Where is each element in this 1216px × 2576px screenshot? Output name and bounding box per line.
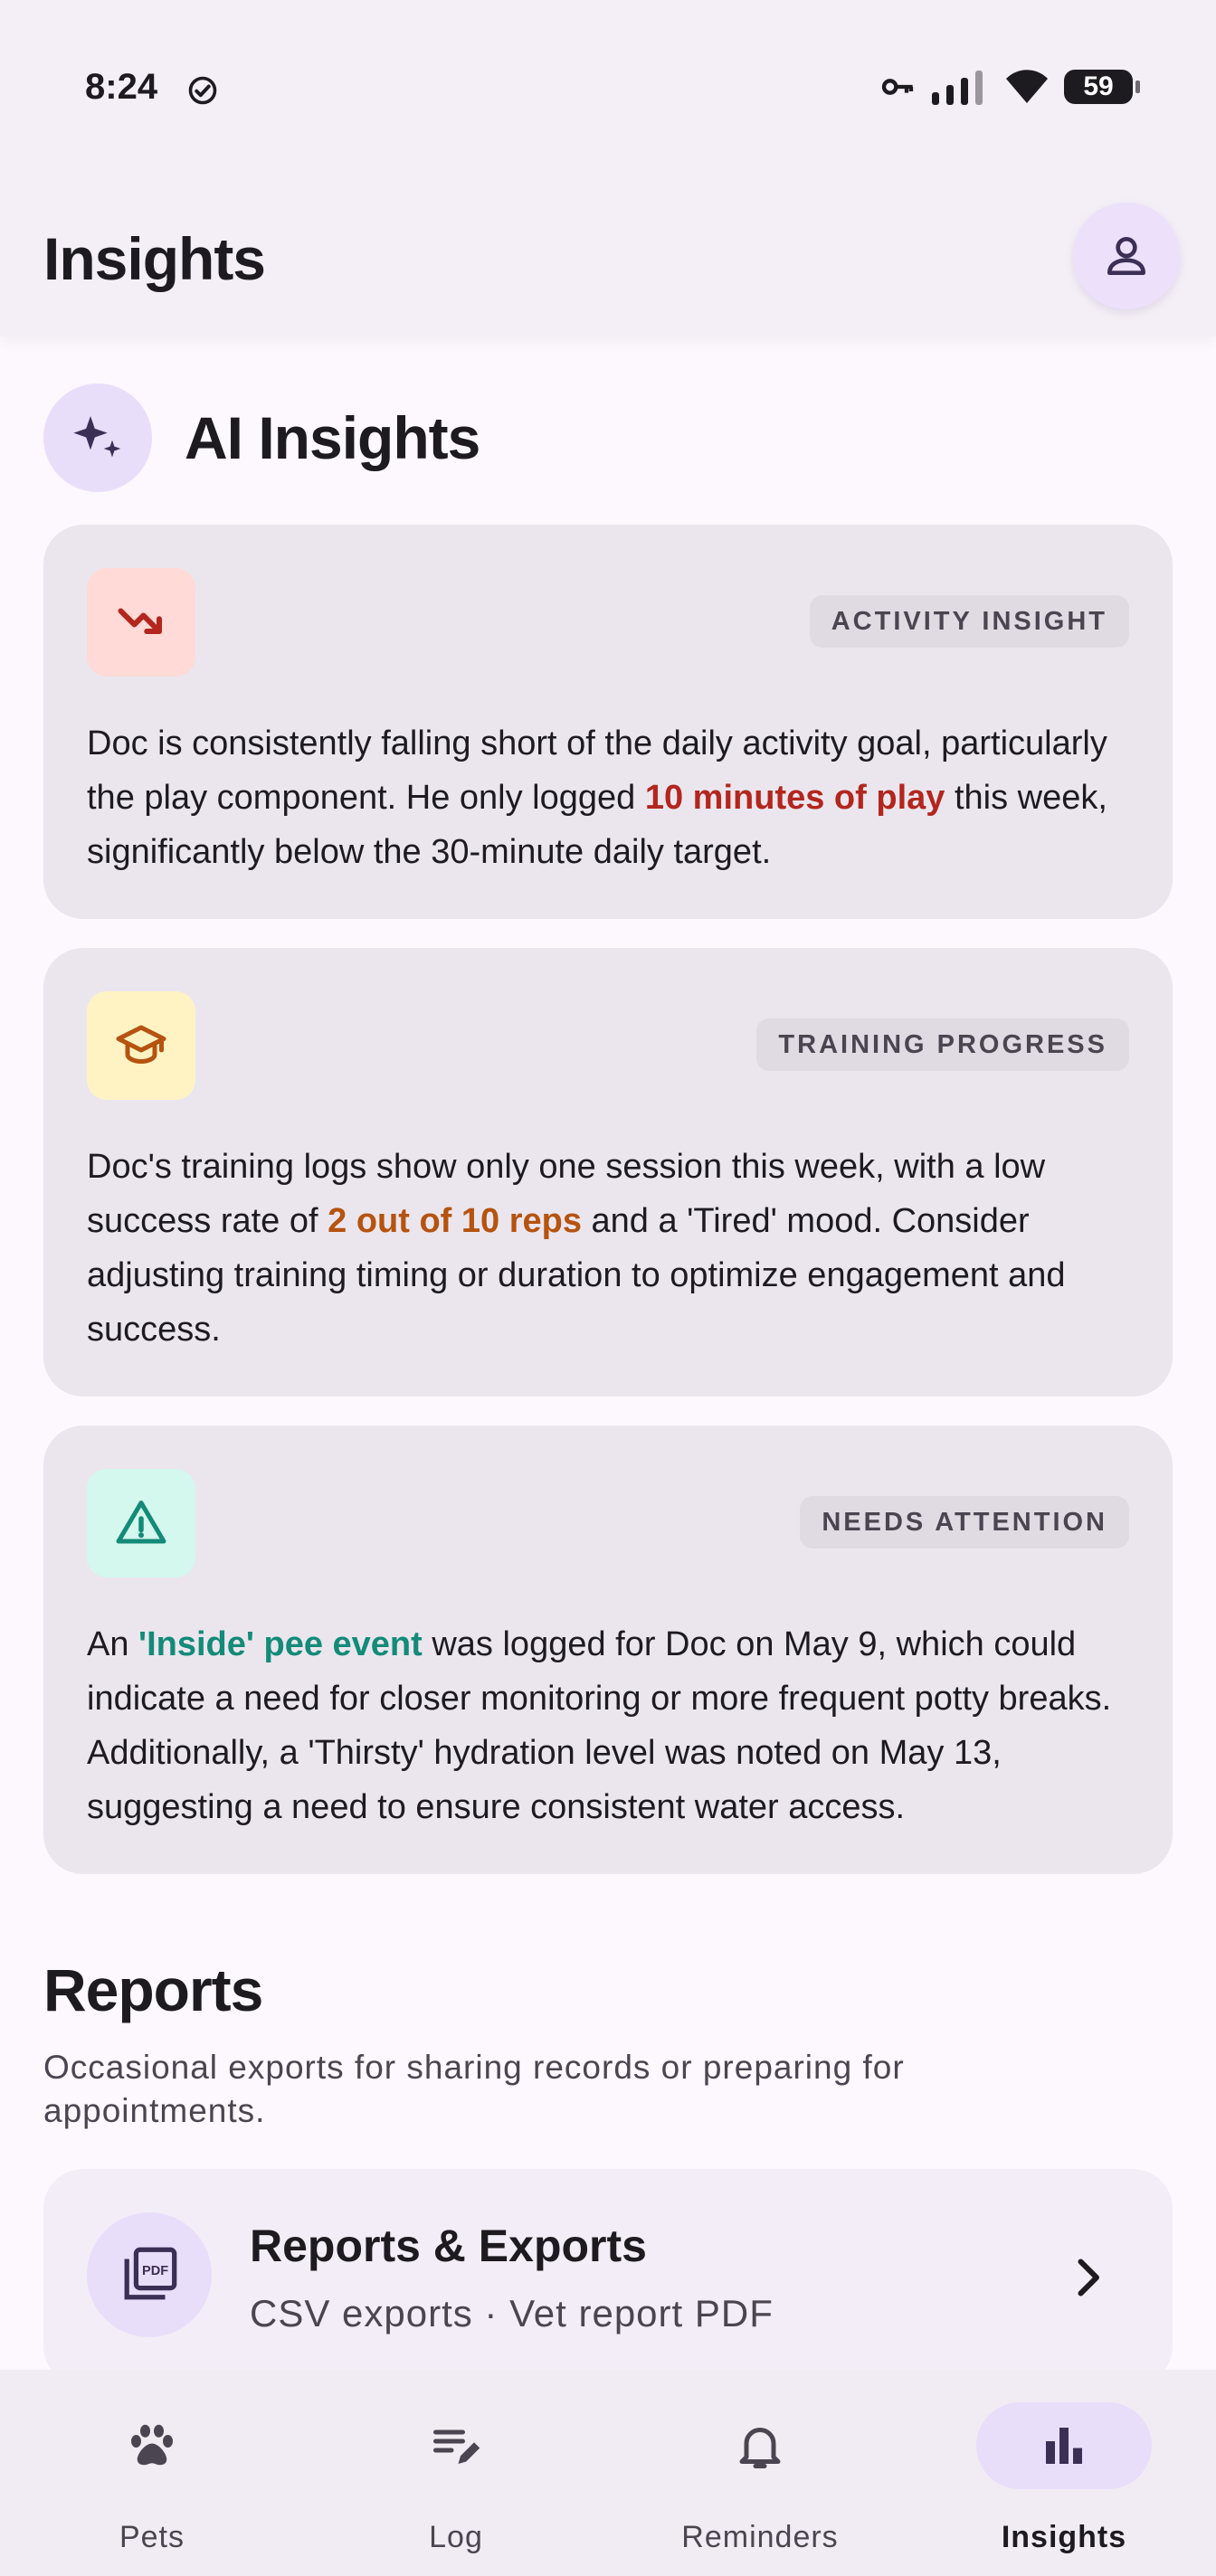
pdf-icon-container: PDF	[87, 2212, 212, 2337]
sparkle-icon-container	[43, 384, 152, 492]
pdf-icon: PDF	[124, 2247, 177, 2300]
nav-label-log: Log	[429, 2520, 483, 2554]
status-time: 8:24	[85, 67, 158, 107]
insight-text: An 'Inside' pee event was logged for Doc…	[87, 1617, 1115, 1834]
reports-exports-card[interactable]: PDF Reports & Exports CSV exports · Vet …	[43, 2169, 1173, 2386]
edit-note-icon	[433, 2429, 480, 2464]
nav-item-reminders[interactable]: Reminders	[608, 2370, 912, 2576]
insight-badge: ACTIVITY INSIGHT	[809, 595, 1129, 648]
person-icon	[1107, 237, 1145, 275]
bell-icon	[739, 2428, 781, 2468]
nav-icon-container	[672, 2402, 848, 2489]
insight-badge: TRAINING PROGRESS	[756, 1018, 1129, 1071]
signal-icon	[932, 71, 983, 105]
chevron-right-icon	[1078, 2259, 1099, 2297]
nav-label-reminders: Reminders	[681, 2520, 839, 2554]
reports-title: Reports	[43, 1956, 263, 2023]
insight-text: Doc is consistently falling short of the…	[87, 716, 1115, 879]
insight-card-training[interactable]: TRAINING PROGRESS Doc's training logs sh…	[43, 948, 1173, 1397]
nav-label-insights: Insights	[1001, 2520, 1127, 2554]
profile-button[interactable]	[1073, 203, 1180, 309]
warning-triangle-icon	[116, 1501, 166, 1544]
insight-highlight: 2 out of 10 reps	[328, 1202, 582, 1240]
nav-icon-container	[368, 2402, 544, 2489]
nav-label-pets: Pets	[119, 2520, 185, 2554]
battery-level: 59	[1083, 71, 1114, 101]
insight-icon-container	[87, 568, 195, 677]
wifi-icon	[1006, 70, 1048, 103]
insight-card-attention[interactable]: NEEDS ATTENTION An 'Inside' pee event wa…	[43, 1425, 1173, 1874]
graduation-cap-icon	[116, 1025, 166, 1065]
bar-chart-icon	[1046, 2428, 1082, 2464]
insight-highlight: 'Inside' pee event	[138, 1625, 423, 1663]
app-bar: Insights	[0, 181, 1216, 336]
nav-icon-container-active	[976, 2402, 1152, 2489]
nav-item-pets[interactable]: Pets	[0, 2370, 304, 2576]
vpn-key-icon	[881, 79, 914, 95]
status-bar: 8:24 59	[0, 0, 1216, 181]
pdf-label: PDF	[142, 2264, 168, 2278]
battery-indicator: 59	[1064, 70, 1140, 104]
paw-icon	[131, 2424, 173, 2466]
bottom-navigation: Pets Log Reminders Insights	[0, 2370, 1216, 2576]
status-icons: 59	[879, 69, 1140, 105]
reports-card-subtitle: CSV exports · Vet report PDF	[250, 2292, 774, 2334]
page-title: Insights	[43, 225, 266, 292]
sparkle-icon	[73, 416, 121, 458]
reports-subtitle: Occasional exports for sharing records o…	[43, 2049, 905, 2129]
check-circle-icon	[188, 76, 217, 105]
nav-icon-container	[64, 2402, 240, 2489]
insight-text-part: An	[87, 1625, 139, 1663]
nav-item-insights[interactable]: Insights	[912, 2370, 1216, 2576]
nav-item-log[interactable]: Log	[304, 2370, 608, 2576]
reports-card-title: Reports & Exports	[250, 2221, 647, 2271]
ai-insights-header: AI Insights	[43, 384, 480, 492]
insight-highlight: 10 minutes of play	[644, 779, 945, 817]
insight-badge: NEEDS ATTENTION	[800, 1496, 1129, 1548]
insight-text: Doc's training logs show only one sessio…	[87, 1140, 1115, 1357]
insight-icon-container	[87, 991, 195, 1100]
trending-down-icon	[118, 608, 162, 634]
insight-icon-container	[87, 1469, 195, 1577]
ai-insights-title: AI Insights	[185, 404, 480, 471]
insight-card-activity[interactable]: ACTIVITY INSIGHT Doc is consistently fal…	[43, 525, 1173, 919]
